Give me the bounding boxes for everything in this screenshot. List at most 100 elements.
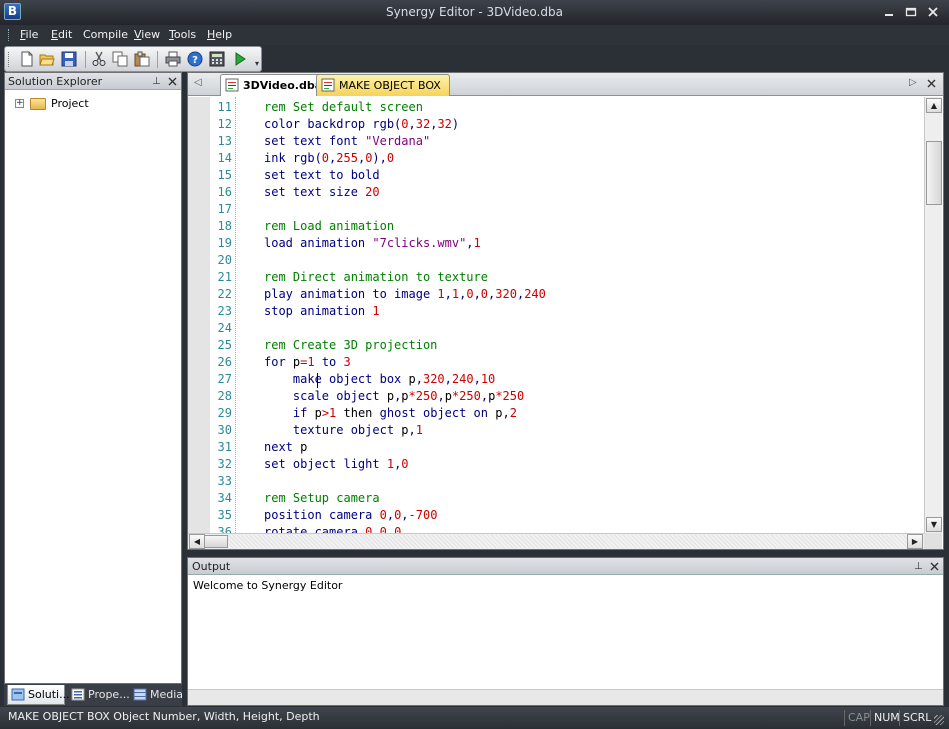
code-line[interactable]: 16 set text size 20 — [188, 184, 924, 201]
code-token: set text to bold — [264, 168, 380, 182]
pin-icon[interactable]: ⊥ — [914, 558, 923, 575]
paste-icon[interactable] — [134, 51, 150, 67]
code-token: ink rgb( — [264, 151, 322, 165]
code-line[interactable]: 31 next p — [188, 439, 924, 456]
vertical-scrollbar[interactable]: ▲ ▼ — [924, 97, 942, 533]
code-line[interactable]: 15 set text to bold — [188, 167, 924, 184]
document-tab-strip: ◁ 3DVideo.dba MAKE OBJECT BOX ▷ — [188, 73, 943, 96]
minimize-button[interactable] — [878, 3, 900, 21]
code-line[interactable]: 29 if p>1 then ghost object on p,2 — [188, 405, 924, 422]
code-line[interactable]: 19 load animation "7clicks.wmv",1 — [188, 235, 924, 252]
close-icon[interactable] — [930, 562, 939, 571]
help-icon[interactable]: ? — [187, 51, 203, 67]
toolbar-grip[interactable] — [8, 52, 11, 67]
code-line[interactable]: 11 rem Set default screen — [188, 99, 924, 116]
tab-make-object-box[interactable]: MAKE OBJECT BOX — [316, 74, 450, 96]
horizontal-scroll-track[interactable] — [228, 535, 908, 548]
menu-help-label: elp — [215, 28, 233, 41]
code-line[interactable]: 33 — [188, 473, 924, 490]
code-line[interactable]: 28 scale object p,p*250,p*250,p*250 — [188, 388, 924, 405]
resize-grip-icon[interactable] — [934, 715, 944, 725]
menu-help[interactable]: Help — [207, 27, 232, 43]
scroll-down-icon[interactable]: ▼ — [926, 517, 942, 532]
copy-icon[interactable] — [112, 51, 128, 67]
code-line[interactable]: 36 rotate camera 0,0,0 — [188, 524, 924, 533]
code-line[interactable]: 22 play animation to image 1,1,0,0,320,24… — [188, 286, 924, 303]
close-icon — [928, 7, 938, 17]
code-line[interactable]: 18 rem Load animation — [188, 218, 924, 235]
code-token: 1 — [451, 287, 460, 301]
code-token: rotate camera — [264, 525, 366, 533]
code-line[interactable]: 30 texture object p,1 — [188, 422, 924, 439]
menu-view[interactable]: View — [134, 27, 160, 43]
toolbar-separator — [157, 51, 158, 68]
menu-compile-label: Compile — [83, 28, 128, 41]
code-line[interactable]: 12 color backdrop rgb(0,32,32) — [188, 116, 924, 133]
code-token: set text font — [264, 134, 366, 148]
scroll-up-icon[interactable]: ▲ — [926, 98, 942, 113]
tab-3dvideo-dba-label: 3DVideo.dba — [243, 79, 323, 92]
code-token: 20 — [365, 185, 380, 199]
menu-compile[interactable]: Compile — [83, 27, 128, 43]
close-window-button[interactable] — [922, 3, 944, 21]
menu-tools[interactable]: Tools — [169, 27, 196, 43]
print-icon[interactable] — [165, 51, 181, 67]
cut-icon[interactable] — [91, 51, 107, 67]
code-token: make object box — [264, 372, 409, 386]
code-line[interactable]: 21 rem Direct animation to texture — [188, 269, 924, 286]
tab-scroll-right-icon[interactable]: ▷ — [909, 77, 917, 88]
menu-edit[interactable]: Edit — [51, 27, 72, 43]
code-line[interactable]: 23 stop animation 1 — [188, 303, 924, 320]
tab-scroll-left-icon[interactable]: ◁ — [194, 77, 202, 88]
code-line[interactable]: 26 for p=1 to 3 — [188, 354, 924, 371]
code-line[interactable]: 27 make object box p,320,240,10 — [188, 371, 924, 388]
close-icon[interactable] — [927, 79, 936, 88]
toolbar-overflow-chevron-icon[interactable]: ▾ — [255, 59, 259, 68]
code-token: 240 — [524, 287, 546, 301]
save-icon[interactable] — [61, 51, 77, 67]
code-token: 0 — [379, 525, 387, 533]
code-token: set text size — [264, 185, 366, 199]
code-line[interactable]: 14 ink rgb(0,255,0),0 — [188, 150, 924, 167]
code-token: rem Create 3D projection — [264, 338, 438, 352]
line-number: 29 — [217, 406, 232, 420]
code-text-area[interactable]: 11 rem Set default screen 12 color backdrop… — [188, 97, 924, 533]
code-line[interactable]: 20 — [188, 252, 924, 269]
menu-file[interactable]: File — [20, 27, 38, 43]
toolbar-separator — [85, 51, 86, 68]
run-icon[interactable] — [232, 51, 248, 67]
scroll-right-icon[interactable]: ▶ — [907, 534, 923, 549]
tab-media[interactable]: Media — [130, 685, 183, 705]
output-text: Welcome to Synergy Editor — [193, 579, 343, 592]
new-file-icon[interactable] — [19, 51, 35, 67]
line-number: 12 — [217, 117, 232, 131]
output-horizontal-scrollbar[interactable] — [188, 689, 943, 705]
num-indicator: NUM — [870, 710, 903, 726]
maximize-button[interactable] — [900, 3, 922, 21]
code-line[interactable]: 35 position camera 0,0,-700 — [188, 507, 924, 524]
code-line[interactable]: 25 rem Create 3D projection — [188, 337, 924, 354]
tab-properties[interactable]: Prope... — [68, 685, 130, 705]
code-token: then — [336, 406, 380, 420]
tab-solution[interactable]: Soluti... — [7, 685, 70, 705]
code-line[interactable]: 32 set object light 1,0 — [188, 456, 924, 473]
expand-plus-icon[interactable]: + — [15, 99, 24, 108]
code-line[interactable]: 24 — [188, 320, 924, 337]
open-folder-icon[interactable] — [39, 51, 55, 67]
code-token: 1 — [437, 287, 445, 301]
text-caret — [317, 373, 318, 388]
pin-icon[interactable]: ⊥ — [152, 73, 161, 90]
horizontal-scroll-thumb[interactable] — [204, 535, 228, 548]
vertical-scroll-thumb[interactable] — [926, 141, 942, 205]
code-line[interactable]: 17 — [188, 201, 924, 218]
horizontal-scrollbar[interactable]: ◀ ▶ — [188, 533, 924, 549]
code-line[interactable]: 34 rem Setup camera — [188, 490, 924, 507]
code-token: 250 — [415, 389, 438, 403]
tab-3dvideo-dba[interactable]: 3DVideo.dba — [220, 74, 332, 96]
scroll-left-icon[interactable]: ◀ — [189, 534, 205, 549]
code-line[interactable]: 13 set text font "Verdana" — [188, 133, 924, 150]
calculator-icon[interactable] — [209, 51, 225, 67]
scrl-indicator: SCRL — [899, 710, 934, 726]
menu-grip[interactable] — [8, 29, 11, 41]
close-icon[interactable] — [168, 77, 177, 86]
